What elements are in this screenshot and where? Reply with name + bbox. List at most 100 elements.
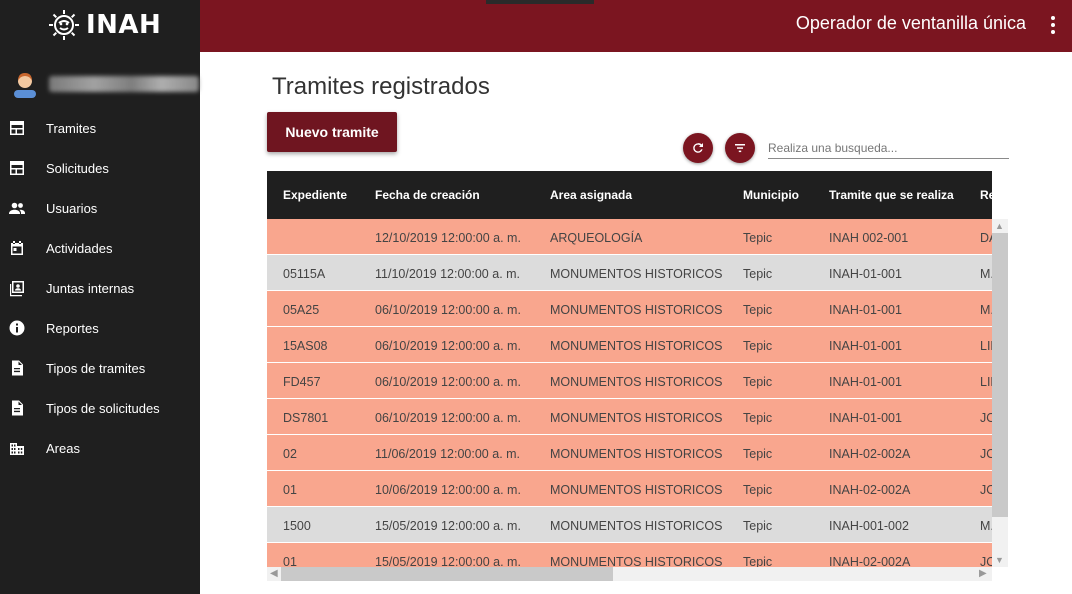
cell-expediente: 05115A	[283, 267, 326, 281]
brand-logo[interactable]: INAH	[46, 6, 161, 44]
user-profile[interactable]	[0, 64, 200, 104]
cell-responsable: JO	[980, 447, 992, 461]
table-row[interactable]: 12/10/2019 12:00:00 a. m. ARQUEOLOGÍA Tepi…	[267, 219, 992, 255]
cell-fecha: 15/05/2019 12:00:00 a. m.	[375, 555, 521, 567]
cell-area: MONUMENTOS HISTORICOS	[550, 519, 723, 533]
column-header-municipio[interactable]: Municipio	[743, 188, 799, 202]
cell-area: MONUMENTOS HISTORICOS	[550, 303, 723, 317]
sidebar-item-label: Usuarios	[46, 200, 98, 216]
table-row[interactable]: 01 15/05/2019 12:00:00 a. m. MONUMENTOS HI…	[267, 543, 992, 567]
cell-expediente: 01	[283, 483, 297, 497]
user-role: Operador de ventanilla única	[795, 13, 1026, 33]
cell-fecha: 12/10/2019 12:00:00 a. m.	[375, 231, 521, 245]
sidebar-item-label: Actividades	[46, 240, 113, 256]
tab-indicator	[486, 0, 594, 4]
table-row[interactable]: FD457 06/10/2019 12:00:00 a. m. MONUMENTOS…	[267, 363, 992, 399]
cell-fecha: 06/10/2019 12:00:00 a. m.	[375, 339, 521, 353]
cell-municipio: Tepic	[743, 339, 773, 353]
sidebar-item-label: Areas	[46, 440, 80, 456]
sidebar-item-label: Tramites	[46, 120, 97, 136]
cell-expediente: 05A25	[283, 303, 320, 317]
scrollbar-thumb[interactable]	[992, 233, 1008, 517]
cell-fecha: 11/10/2019 12:00:00 a. m.	[375, 267, 521, 281]
column-header-expediente[interactable]: Expediente	[283, 188, 347, 202]
cell-responsable: M.	[980, 267, 992, 281]
table-row[interactable]: 05115A 11/10/2019 12:00:00 a. m. MONUMENTO…	[267, 255, 992, 291]
table-row[interactable]: DS7801 06/10/2019 12:00:00 a. m. MONUMENTO…	[267, 399, 992, 435]
cell-fecha: 15/05/2019 12:00:00 a. m.	[375, 519, 521, 533]
cell-responsable: JO	[980, 411, 992, 425]
cell-area: ARQUEOLOGÍA	[550, 231, 643, 245]
sidebar-item-label: Tipos de solicitudes	[46, 400, 160, 416]
sidebar-item-reportes[interactable]: Reportes	[0, 308, 200, 348]
cell-area: MONUMENTOS HISTORICOS	[550, 267, 723, 281]
cell-expediente: 15AS08	[283, 339, 328, 353]
cell-expediente: 1500	[283, 519, 311, 533]
search-input[interactable]	[768, 137, 1009, 159]
sidebar-item-tipos-de-tramites[interactable]: Tipos de tramites	[0, 348, 200, 388]
cell-tramite: INAH-01-001	[829, 411, 902, 425]
sidebar-item-label: Reportes	[46, 320, 99, 336]
horizontal-scrollbar[interactable]: ◀ ▶	[267, 567, 992, 581]
cell-municipio: Tepic	[743, 303, 773, 317]
cell-area: MONUMENTOS HISTORICOS	[550, 411, 723, 425]
avatar	[14, 73, 36, 98]
sidebar: INAH Tramites Solicitudes Usuarios Activ…	[0, 0, 200, 594]
column-header-responsable[interactable]: Re	[980, 188, 995, 202]
table-row[interactable]: 05A25 06/10/2019 12:00:00 a. m. MONUMENTOS…	[267, 291, 992, 327]
table-row[interactable]: 15AS08 06/10/2019 12:00:00 a. m. MONUMENTO…	[267, 327, 992, 363]
cell-tramite: INAH-01-001	[829, 267, 902, 281]
cell-municipio: Tepic	[743, 447, 773, 461]
cell-municipio: Tepic	[743, 555, 773, 567]
cell-expediente: DS7801	[283, 411, 329, 425]
info-icon	[8, 319, 26, 337]
new-tramite-button[interactable]: Nuevo tramite	[267, 112, 397, 152]
sidebar-item-tipos-de-solicitudes[interactable]: Tipos de solicitudes	[0, 388, 200, 428]
cell-responsable: LIL	[980, 339, 992, 353]
cell-municipio: Tepic	[743, 411, 773, 425]
filter-list-icon	[735, 144, 745, 153]
refresh-button[interactable]	[683, 133, 713, 163]
column-header-fecha[interactable]: Fecha de creación	[375, 188, 480, 202]
vertical-scrollbar[interactable]: ▲ ▼	[992, 219, 1008, 567]
sidebar-item-tramites[interactable]: Tramites	[0, 108, 200, 148]
cell-tramite: INAH-02-002A	[829, 483, 911, 497]
filter-button[interactable]	[725, 133, 755, 163]
sidebar-item-areas[interactable]: Areas	[0, 428, 200, 468]
table-row[interactable]: 02 11/06/2019 12:00:00 a. m. MONUMENTOS HI…	[267, 435, 992, 471]
cell-fecha: 06/10/2019 12:00:00 a. m.	[375, 411, 521, 425]
cell-area: MONUMENTOS HISTORICOS	[550, 375, 723, 389]
sidebar-item-usuarios[interactable]: Usuarios	[0, 188, 200, 228]
cell-municipio: Tepic	[743, 519, 773, 533]
more-vert-icon[interactable]	[1046, 12, 1060, 38]
user-name-blurred	[49, 76, 199, 92]
table-row[interactable]: 1500 15/05/2019 12:00:00 a. m. MONUMENTOS …	[267, 507, 992, 543]
table-row[interactable]: 01 10/06/2019 12:00:00 a. m. MONUMENTOS HI…	[267, 471, 992, 507]
column-header-area[interactable]: Area asignada	[550, 188, 632, 202]
scroll-down-icon[interactable]: ▼	[995, 555, 1004, 565]
document-icon	[8, 399, 26, 417]
table-icon	[8, 119, 26, 137]
cell-municipio: Tepic	[743, 267, 773, 281]
sidebar-item-solicitudes[interactable]: Solicitudes	[0, 148, 200, 188]
sidebar-item-label: Juntas internas	[46, 280, 135, 296]
document-icon	[8, 359, 26, 377]
cell-area: MONUMENTOS HISTORICOS	[550, 339, 723, 353]
sidebar-item-juntas-internas[interactable]: Juntas internas	[0, 268, 200, 308]
scroll-up-icon[interactable]: ▲	[995, 221, 1004, 231]
cell-municipio: Tepic	[743, 375, 773, 389]
cell-tramite: INAH-02-002A	[829, 555, 911, 567]
scrollbar-thumb[interactable]	[281, 567, 613, 581]
cell-responsable: M.	[980, 303, 992, 317]
sidebar-item-actividades[interactable]: Actividades	[0, 228, 200, 268]
brand-name: INAH	[86, 10, 162, 40]
calendar-icon	[8, 239, 26, 257]
scroll-left-icon[interactable]: ◀	[270, 567, 278, 581]
column-header-tramite[interactable]: Tramite que se realiza	[829, 188, 954, 202]
table-body: 12/10/2019 12:00:00 a. m. ARQUEOLOGÍA Tepi…	[267, 219, 992, 567]
sidebar-item-label: Tipos de tramites	[46, 360, 146, 376]
people-icon	[8, 199, 26, 217]
cell-responsable: M.	[980, 519, 992, 533]
scroll-right-icon[interactable]: ▶	[979, 567, 987, 581]
cell-responsable: JO	[980, 555, 992, 567]
